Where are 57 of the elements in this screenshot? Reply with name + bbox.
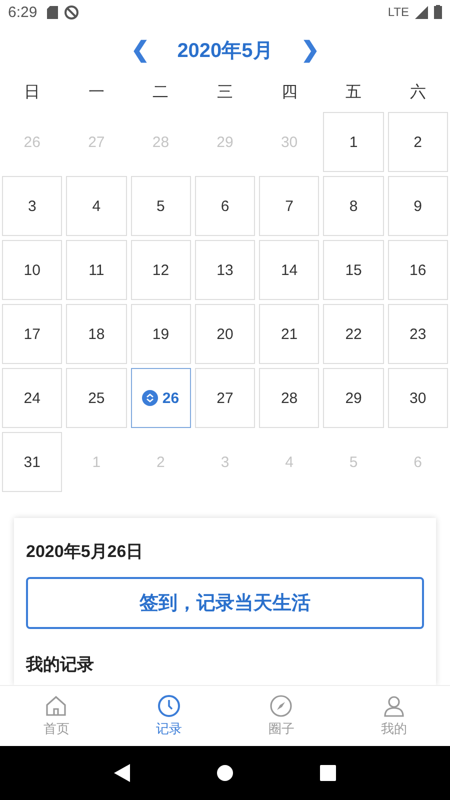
compass-icon — [269, 694, 294, 718]
weekday-label: 二 — [152, 81, 170, 103]
weekday-label: 一 — [87, 81, 106, 103]
day-cell[interactable]: 28 — [259, 368, 320, 428]
day-cell[interactable]: 20 — [194, 304, 256, 364]
check-in-button[interactable]: 签到，记录当天生活 — [26, 577, 424, 629]
day-cell[interactable]: 21 — [259, 304, 320, 364]
day-cell[interactable]: 4 — [66, 176, 127, 236]
day-cell[interactable]: 19 — [130, 304, 191, 364]
status-time: 6:29 — [8, 4, 38, 20]
day-cell[interactable]: 15 — [323, 240, 384, 300]
sd-card-icon — [47, 6, 58, 18]
tab[interactable]: 记录 — [112, 686, 225, 746]
weekday-label: 日 — [23, 81, 42, 103]
back-icon[interactable] — [114, 764, 130, 782]
day-cell[interactable]: 17 — [2, 304, 62, 364]
previous-month-button[interactable]: ❮ — [127, 37, 154, 63]
day-cell[interactable]: 31 — [2, 432, 62, 492]
weekday-label: 六 — [408, 81, 427, 103]
day-cell[interactable]: 10 — [2, 240, 62, 300]
month-title: 2020年5月 — [177, 38, 273, 64]
selected-date: 2020年5月26日 — [26, 541, 144, 563]
home-circle-icon[interactable] — [216, 765, 233, 781]
day-cell[interactable]: 12 — [130, 240, 191, 300]
day-cell[interactable]: 1 — [323, 112, 384, 172]
day-cell[interactable]: 14 — [259, 240, 320, 300]
weekday-label: 五 — [344, 81, 363, 103]
recents-icon[interactable] — [320, 765, 336, 781]
network-type: LTE — [388, 5, 409, 19]
day-cell[interactable]: 22 — [323, 304, 384, 364]
day-cell[interactable]: 16 — [388, 240, 448, 300]
day-cell[interactable]: 26 — [130, 368, 191, 428]
day-cell[interactable]: 29 — [323, 368, 384, 428]
person-icon — [382, 694, 406, 718]
clock-icon — [156, 694, 181, 718]
day-cell[interactable]: 30 — [388, 368, 448, 428]
day-cell[interactable]: 13 — [194, 240, 256, 300]
day-cell[interactable]: 8 — [323, 176, 384, 236]
signal-icon — [415, 6, 428, 18]
next-month-button[interactable]: ❯ — [296, 37, 323, 63]
day-cell[interactable]: 2 — [388, 112, 448, 172]
weekday-label: 三 — [216, 81, 234, 103]
battery-icon — [434, 5, 442, 19]
weekday-label: 四 — [280, 81, 298, 103]
day-cell[interactable]: 24 — [2, 368, 62, 428]
day-cell[interactable]: 23 — [388, 304, 448, 364]
day-cell[interactable]: 3 — [2, 176, 62, 236]
day-cell[interactable]: 6 — [194, 176, 256, 236]
section-title: 我的记录 — [26, 654, 95, 676]
home-icon — [44, 694, 68, 718]
day-cell[interactable]: 11 — [66, 240, 127, 300]
day-cell[interactable]: 7 — [259, 176, 320, 236]
day-cell[interactable]: 9 — [388, 176, 448, 236]
day-cell[interactable]: 5 — [130, 176, 191, 236]
day-cell[interactable]: 18 — [66, 304, 127, 364]
day-cell[interactable]: 27 — [194, 368, 256, 428]
day-cell[interactable]: 25 — [66, 368, 127, 428]
